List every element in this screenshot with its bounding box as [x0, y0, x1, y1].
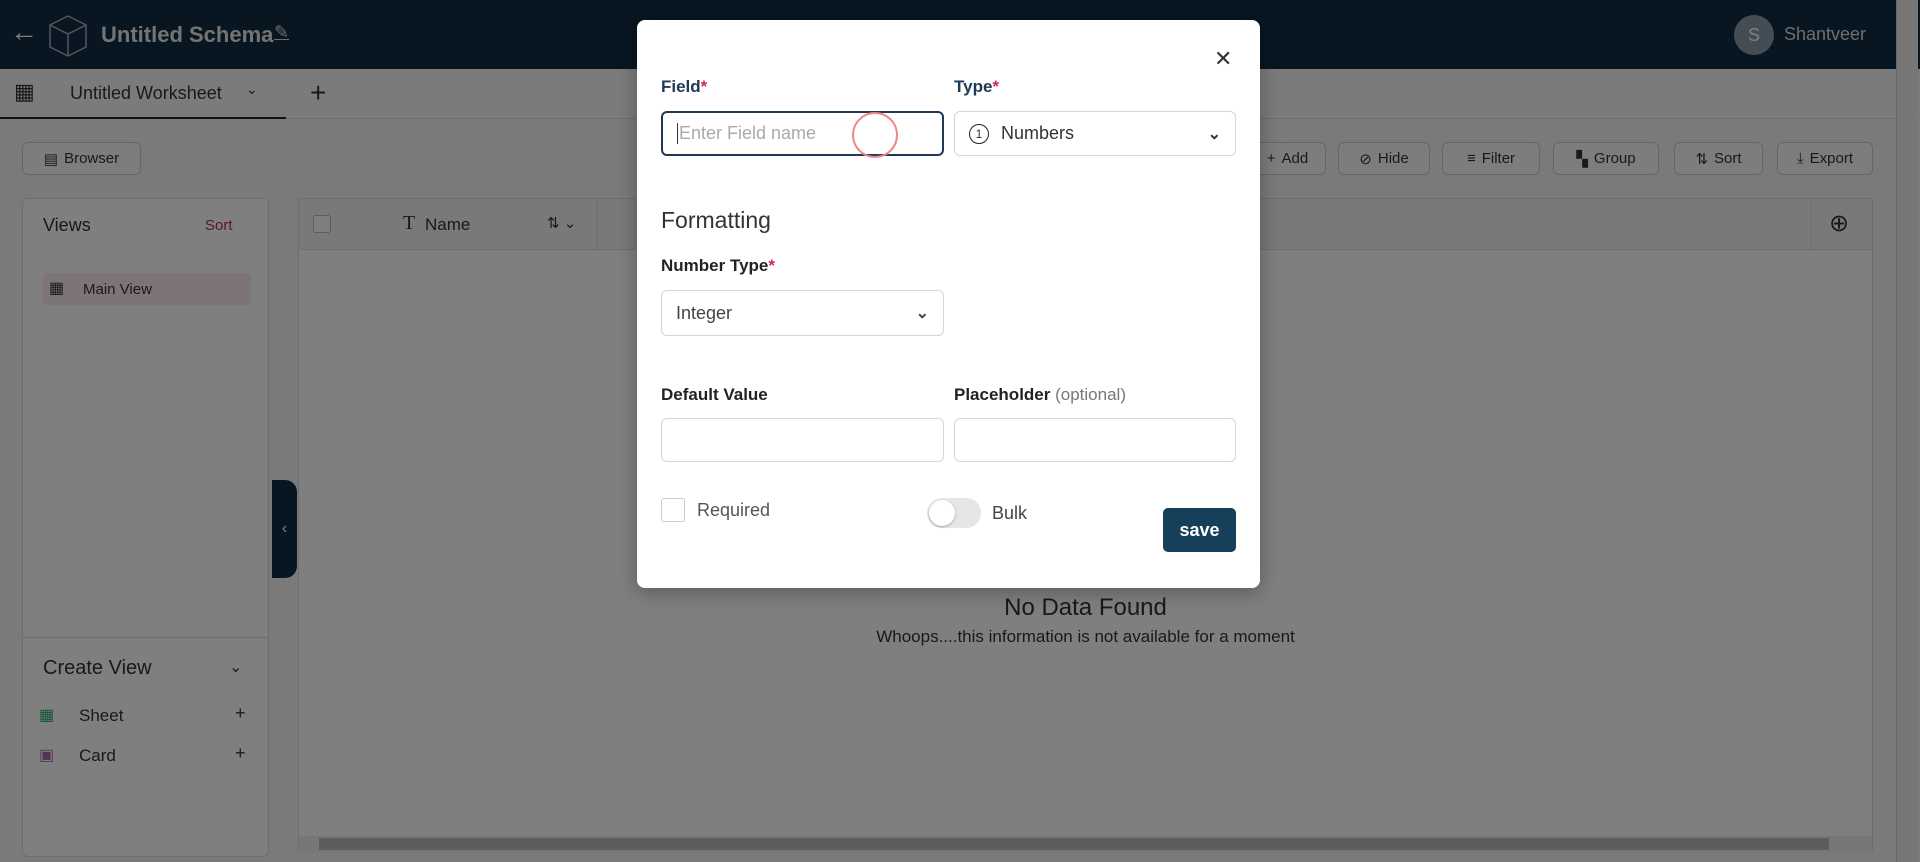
- default-value-input[interactable]: [661, 418, 944, 462]
- placeholder-input[interactable]: [954, 418, 1236, 462]
- add-field-modal: ✕ Field* Enter Field name Type* 1 Number…: [637, 20, 1260, 588]
- number-type-value: Integer: [676, 302, 733, 323]
- number-type-select[interactable]: Integer ⌄: [661, 290, 944, 336]
- number-type-label: Number Type*: [661, 256, 775, 275]
- type-value: Numbers: [1001, 123, 1075, 143]
- type-select[interactable]: 1 Numbers ⌄: [954, 111, 1236, 156]
- bulk-label: Bulk: [992, 503, 1028, 523]
- field-name-input[interactable]: Enter Field name: [661, 111, 944, 156]
- bulk-toggle[interactable]: [927, 498, 981, 528]
- required-label: Required: [697, 500, 771, 520]
- default-value-label: Default Value: [661, 385, 768, 404]
- field-label: Field*: [661, 77, 708, 96]
- toggle-knob: [929, 500, 955, 526]
- field-name-placeholder: Enter Field name: [677, 123, 817, 144]
- required-checkbox[interactable]: [661, 498, 685, 522]
- chevron-down-icon: ⌄: [1207, 125, 1221, 143]
- close-icon[interactable]: ✕: [1214, 46, 1232, 72]
- placeholder-label: Placeholder (optional): [954, 385, 1126, 404]
- formatting-heading: Formatting: [661, 207, 771, 233]
- cursor-indicator: [852, 112, 898, 158]
- save-button[interactable]: save: [1163, 508, 1236, 552]
- number-type-icon: 1: [969, 123, 989, 144]
- type-label: Type*: [954, 77, 1000, 96]
- chevron-down-icon: ⌄: [915, 305, 929, 322]
